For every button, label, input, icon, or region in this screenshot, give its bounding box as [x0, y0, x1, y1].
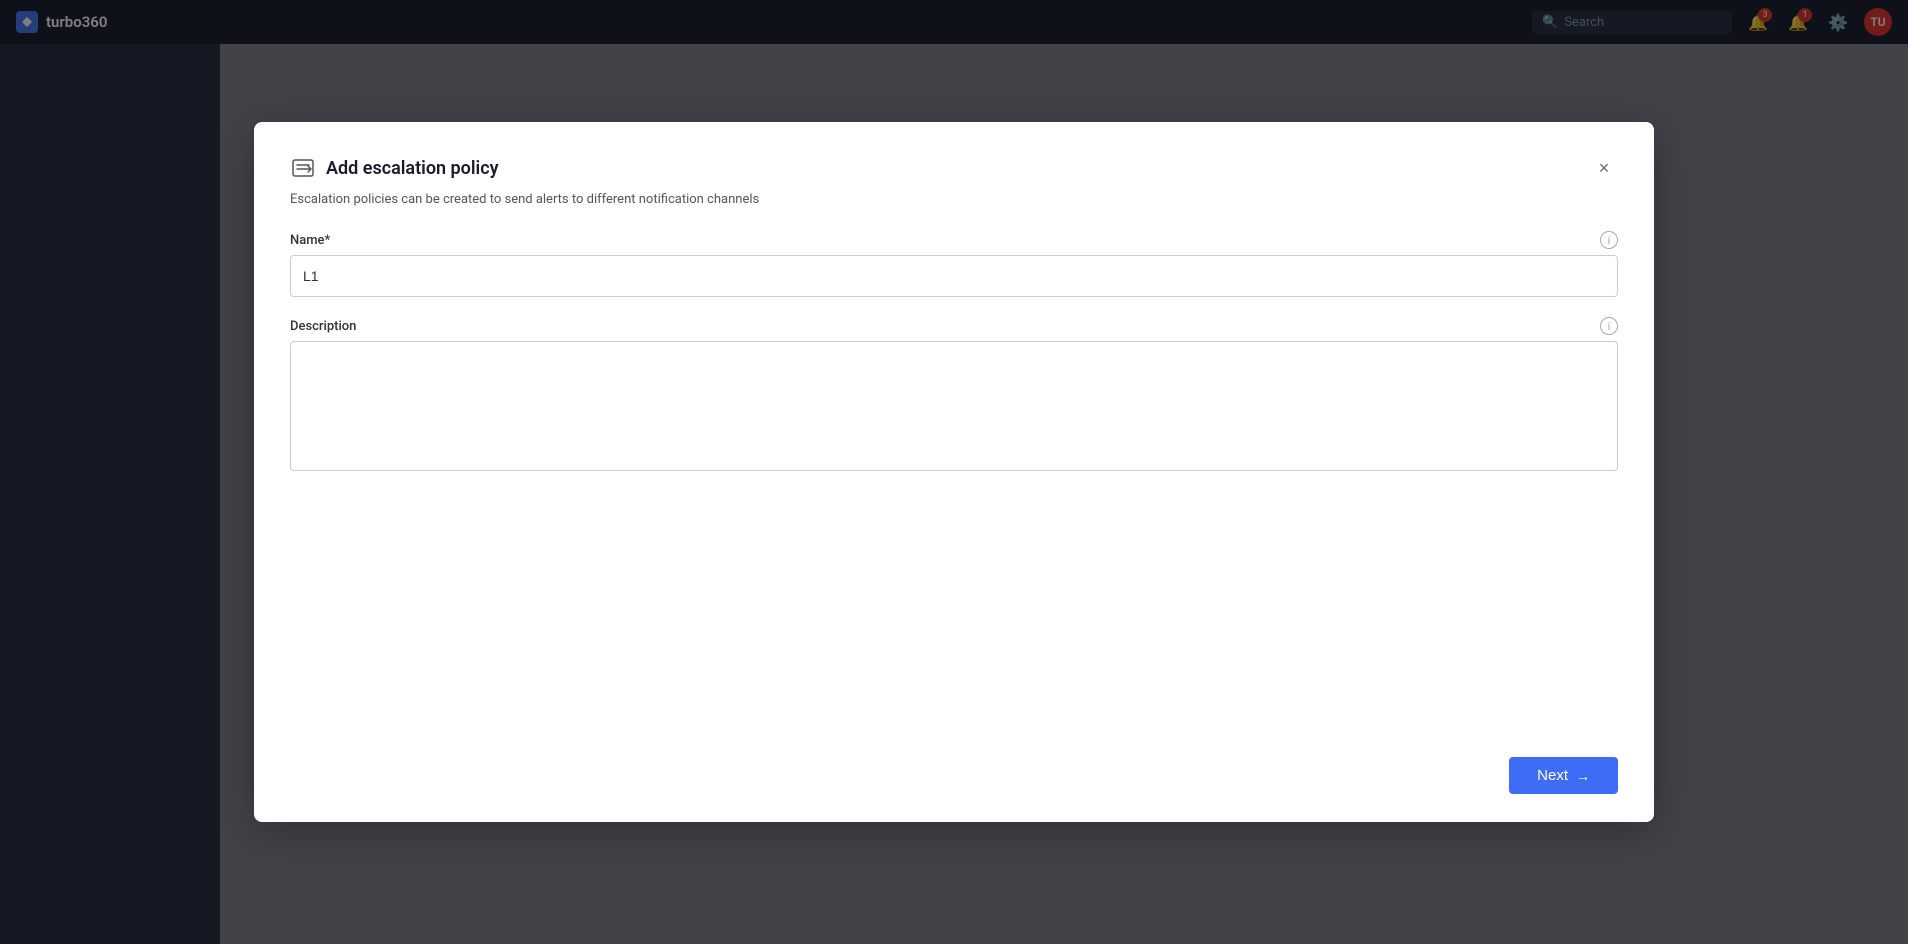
modal-title: Add escalation policy [326, 158, 499, 179]
escalation-icon [290, 158, 316, 178]
add-escalation-policy-modal: Add escalation policy × Escalation polic… [254, 122, 1654, 822]
name-input[interactable] [290, 255, 1618, 297]
name-form-group: Name* i [290, 231, 1618, 297]
description-label: Description [290, 319, 356, 334]
next-button[interactable]: Next → [1509, 757, 1618, 794]
next-arrow-icon: → [1576, 768, 1590, 784]
modal-subtitle: Escalation policies can be created to se… [290, 192, 1618, 207]
description-textarea[interactable] [290, 341, 1618, 471]
description-info-icon[interactable]: i [1600, 317, 1618, 335]
modal-overlay: Add escalation policy × Escalation polic… [0, 0, 1908, 944]
name-info-icon[interactable]: i [1600, 231, 1618, 249]
modal-close-button[interactable]: × [1590, 154, 1618, 182]
modal-header: Add escalation policy × [290, 154, 1618, 182]
modal-title-row: Add escalation policy [290, 158, 499, 179]
description-label-row: Description i [290, 317, 1618, 335]
modal-footer: Next → [290, 495, 1618, 794]
name-label-row: Name* i [290, 231, 1618, 249]
name-label: Name* [290, 233, 330, 248]
description-form-group: Description i [290, 317, 1618, 475]
next-button-label: Next [1537, 767, 1568, 784]
